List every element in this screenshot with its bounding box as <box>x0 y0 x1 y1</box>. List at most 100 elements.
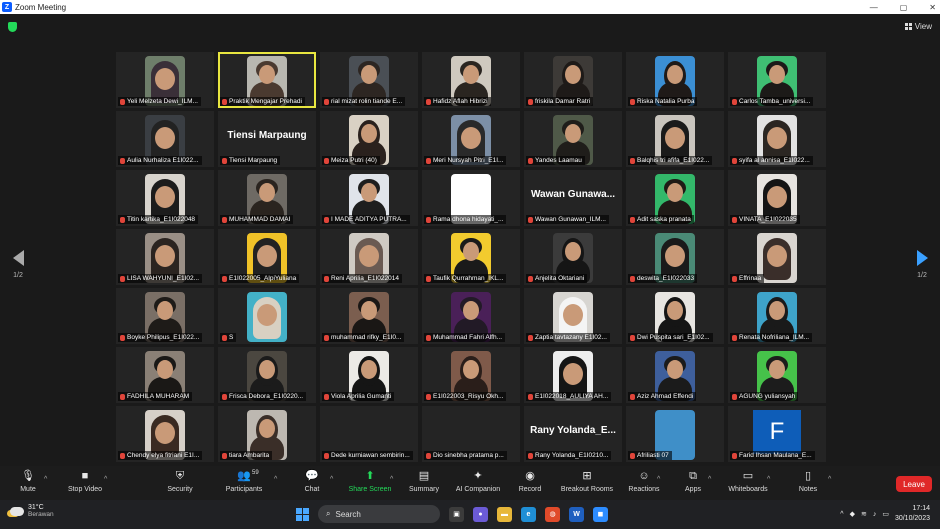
participant-tile[interactable]: syifa al annisa_E1I022... <box>728 111 826 167</box>
ai-companion-button[interactable]: ✦ AI Companion <box>448 470 508 493</box>
tray-app-icon[interactable]: ◆ <box>850 510 855 518</box>
participant-tile[interactable]: Afriliasti 07 <box>626 406 724 462</box>
minimize-button[interactable]: — <box>870 3 878 12</box>
participant-tile[interactable]: Titin kartika_E1I022048 <box>116 170 214 226</box>
participants-options-caret[interactable]: ^ <box>274 476 277 483</box>
participant-tile[interactable]: Wawan Gunawa... Wawan Gunawan_ILM... <box>524 170 622 226</box>
page-indicator-left: 1/2 <box>13 272 23 279</box>
participant-tile[interactable]: Adit saska pranata <box>626 170 724 226</box>
participant-tile[interactable]: Rama dhona hidayati_... <box>422 170 520 226</box>
participant-tile[interactable]: Effrinaa <box>728 229 826 285</box>
tray-overflow-chevron-icon[interactable]: ^ <box>840 511 843 518</box>
participant-tile[interactable]: E1I022005_AlpiYuliana <box>218 229 316 285</box>
participant-tile[interactable]: Tiensi Marpaung Tiensi Marpaung <box>218 111 316 167</box>
participant-tile[interactable]: Yeli Melzeta Dewi_ILM... <box>116 52 214 108</box>
participant-display-name: Rany Yolanda_E... <box>530 425 616 436</box>
weather-widget[interactable]: 31°C Berawan <box>10 504 54 518</box>
participant-tile[interactable]: F Farid Ihsan Maulana_E... <box>728 406 826 462</box>
participant-tile[interactable]: Yandes Laamau <box>524 111 622 167</box>
participant-tile[interactable]: friskila Damar Ratri <box>524 52 622 108</box>
participant-tile[interactable]: deswita_E1I022033 <box>626 229 724 285</box>
mute-button[interactable]: 🎙 Mute <box>0 470 58 493</box>
participant-tile[interactable]: Aulia Nurhaliza E1I022... <box>116 111 214 167</box>
share-options-caret[interactable]: ^ <box>390 476 393 483</box>
participant-tile[interactable]: Dede kurniawan sembirin... <box>320 406 418 462</box>
file-explorer-icon[interactable]: ▬ <box>497 506 512 522</box>
person-face <box>155 422 175 444</box>
next-page-button[interactable]: 1/2 <box>912 250 932 279</box>
participant-tile[interactable]: Zaptia tavtazany E1I02... <box>524 288 622 344</box>
chat-options-caret[interactable]: ^ <box>330 476 333 483</box>
windows-start-icon[interactable] <box>296 507 309 521</box>
taskbar-clock[interactable]: 17:14 30/10/2023 <box>895 504 930 524</box>
participant-tile[interactable]: Meiza Putri (40) <box>320 111 418 167</box>
security-shield-icon[interactable] <box>8 22 17 32</box>
participant-tile[interactable]: S <box>218 288 316 344</box>
leave-button[interactable]: Leave <box>896 476 932 492</box>
participant-tile[interactable]: Reni Aprilia_E1I022014 <box>320 229 418 285</box>
taskbar-search[interactable]: ⌕ Search <box>318 505 440 523</box>
participant-tile[interactable]: muhammad rifky_E1I0... <box>320 288 418 344</box>
participant-tile[interactable]: Chendy elya fitriani E1I... <box>116 406 214 462</box>
word-icon[interactable]: W <box>569 506 584 522</box>
notes-options-caret[interactable]: ^ <box>828 476 831 483</box>
record-button[interactable]: ◉ Record <box>500 470 560 493</box>
participant-tile[interactable]: Taufik Qurrahman_IKL... <box>422 229 520 285</box>
participant-tile[interactable]: MUHAMMAD DAMAI <box>218 170 316 226</box>
participant-tile[interactable]: Dwi Puspita sari_E1I02... <box>626 288 724 344</box>
apps-button[interactable]: ⧉ Apps <box>663 470 723 493</box>
participant-tile[interactable]: Viola Aprilia Gumanti <box>320 347 418 403</box>
task-view-icon[interactable]: ▣ <box>449 506 464 522</box>
battery-icon[interactable]: ▭ <box>882 510 889 518</box>
view-button[interactable]: View <box>904 22 932 31</box>
wifi-icon[interactable]: ≋ <box>861 510 867 518</box>
security-button[interactable]: ⛨ Security <box>150 470 210 493</box>
participants-button[interactable]: 👥 59 Participants <box>214 470 274 493</box>
teams-chat-icon[interactable]: ● <box>473 506 488 522</box>
participant-tile[interactable]: I MADE ADITYA PUTRA... <box>320 170 418 226</box>
participant-tile[interactable]: FADHILA MUHARAM <box>116 347 214 403</box>
volume-icon[interactable]: ♪ <box>873 511 877 518</box>
muted-mic-icon <box>630 275 635 282</box>
zoom-taskbar-icon[interactable]: ◼ <box>593 506 608 522</box>
reactions-options-caret[interactable]: ^ <box>657 476 660 483</box>
participant-tile[interactable]: Aziz Ahmad Effendi <box>626 347 724 403</box>
stop-video-label: Stop Video <box>67 486 103 493</box>
participant-tile[interactable]: Dio sinebha pratama p... <box>422 406 520 462</box>
apps-options-caret[interactable]: ^ <box>708 476 711 483</box>
whiteboards-options-caret[interactable]: ^ <box>767 476 770 483</box>
participant-tile[interactable]: Balqhis tri afifa_E1I022... <box>626 111 724 167</box>
edge-browser-icon[interactable]: e <box>521 506 536 522</box>
audio-options-caret[interactable]: ^ <box>44 476 47 483</box>
participant-tile[interactable]: E1I022018_AULIYA AH... <box>524 347 622 403</box>
participant-tile[interactable]: AGUNG yuliansyah <box>728 347 826 403</box>
participant-name-tag: Effrinaa <box>730 274 765 283</box>
participant-name: I MADE ADITYA PUTRA... <box>331 216 407 223</box>
person-face <box>257 304 277 326</box>
participant-tile[interactable]: tiara Ambarita <box>218 406 316 462</box>
close-button[interactable]: ✕ <box>929 3 936 12</box>
chrome-browser-icon[interactable]: ◍ <box>545 506 560 522</box>
participant-tile[interactable]: Renata Nofriliana_ILM... <box>728 288 826 344</box>
participant-tile[interactable]: Hafidz Aflah Hibrizi <box>422 52 520 108</box>
participant-tile[interactable]: Meri Nursyah Pitri_E1I... <box>422 111 520 167</box>
participant-tile[interactable]: Riska Natalia Purba <box>626 52 724 108</box>
participant-tile[interactable]: Praktik Mengajar Prehadi <box>218 52 316 108</box>
participant-tile[interactable]: Muhammad Fahri Alfh... <box>422 288 520 344</box>
participant-tile[interactable]: Rany Yolanda_E... Rany Yolanda_E1I0210... <box>524 406 622 462</box>
video-options-caret[interactable]: ^ <box>104 476 107 483</box>
participant-tile[interactable]: Carlos Tamba_universi... <box>728 52 826 108</box>
participant-tile[interactable]: Anjelita Oktariani <box>524 229 622 285</box>
participant-tile[interactable]: Frisca Debora_E1I0220... <box>218 347 316 403</box>
participant-tile[interactable]: E1I022003_Risyu Okh... <box>422 347 520 403</box>
previous-page-button[interactable]: 1/2 <box>8 250 28 279</box>
participant-tile[interactable]: Boyke Philipus_E1I022... <box>116 288 214 344</box>
breakout-rooms-button[interactable]: ⊞ Breakout Rooms <box>557 470 617 493</box>
participant-tile[interactable]: VINATA_E1I022035 <box>728 170 826 226</box>
view-button-label: View <box>914 22 932 31</box>
participant-name-tag: friskila Damar Ratri <box>526 97 594 106</box>
participant-tile[interactable]: rial mizat rolin tiande E... <box>320 52 418 108</box>
summary-button[interactable]: ▤ Summary <box>394 470 454 493</box>
participant-tile[interactable]: LISA WAHYUNI_E1I02... <box>116 229 214 285</box>
maximize-button[interactable]: ▢ <box>900 3 908 12</box>
